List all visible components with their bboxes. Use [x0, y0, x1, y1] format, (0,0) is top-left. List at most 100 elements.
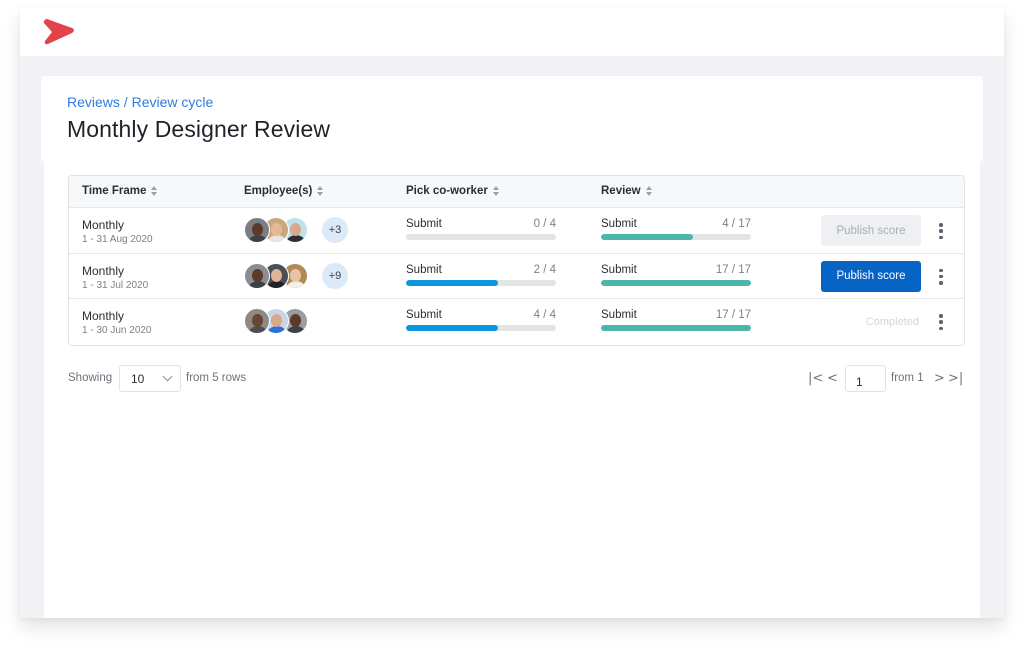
column-header-time-frame[interactable]: Time Frame — [82, 185, 158, 197]
breadcrumb-review-cycle[interactable]: Review cycle — [132, 94, 214, 110]
sort-icon — [317, 186, 324, 196]
avatar-face — [290, 268, 301, 282]
avatar-body — [285, 235, 307, 242]
avatar-face — [271, 314, 282, 327]
column-label: Time Frame — [82, 185, 147, 197]
progress-track — [601, 234, 751, 240]
publish-score-button[interactable]: Publish score — [821, 260, 921, 292]
avatar-body — [266, 326, 288, 333]
progress-fill — [406, 325, 498, 331]
progress-fill — [601, 234, 693, 240]
breadcrumb-reviews[interactable]: Reviews — [67, 94, 120, 110]
progress-count: 4 / 17 — [722, 218, 751, 230]
review-progress: Submit 4 / 17 — [601, 218, 751, 240]
progress-fill — [601, 325, 751, 331]
date-range: 1 - 31 Jul 2020 — [82, 279, 149, 291]
pick-coworker-progress: Submit 2 / 4 — [406, 264, 556, 286]
showing-label: Showing — [68, 372, 113, 384]
column-label: Employee(s) — [244, 185, 313, 197]
column-label: Pick co-worker — [406, 185, 488, 197]
page-size-select[interactable]: 10 — [119, 365, 181, 392]
review-progress: Submit 17 / 17 — [601, 264, 751, 286]
progress-track — [406, 279, 556, 286]
employee-avatars — [244, 308, 308, 334]
page-title: Monthly Designer Review — [67, 116, 331, 142]
column-label: Review — [601, 185, 641, 197]
table-header: Time Frame Employee(s) Pick co-worker Re… — [69, 176, 964, 208]
table-footer: Showing 10 from 5 rows |< < from 1 > >| — [68, 365, 965, 393]
column-header-employees[interactable]: Employee(s) — [244, 185, 324, 197]
more-options-icon[interactable] — [935, 267, 947, 287]
employee-avatar[interactable] — [244, 262, 270, 289]
review-progress: Submit 17 / 17 — [601, 309, 751, 331]
total-pages-label: from 1 — [891, 372, 924, 384]
progress-track — [406, 234, 556, 240]
last-page-icon[interactable]: >| — [948, 371, 963, 386]
more-options-icon[interactable] — [935, 312, 947, 332]
avatar-body — [285, 280, 307, 288]
time-frame: Monthly — [82, 263, 125, 278]
pick-coworker-progress: Submit 0 / 4 — [406, 218, 556, 240]
avatar-body — [266, 235, 288, 242]
column-header-review[interactable]: Review — [601, 185, 653, 197]
progress-count: 2 / 4 — [533, 263, 556, 276]
table-row: Monthly 1 - 31 Aug 2020 +3 Submit 0 / 4 … — [69, 208, 964, 254]
breadcrumb: Reviews / Review cycle — [67, 94, 213, 110]
progress-count: 17 / 17 — [715, 309, 751, 321]
avatar-body — [247, 280, 269, 288]
progress-track — [406, 325, 556, 331]
logo-icon[interactable] — [42, 18, 76, 46]
breadcrumb-separator: / — [119, 94, 132, 110]
chevron-down-icon — [162, 371, 173, 382]
table-row: Monthly 1 - 31 Jul 2020 +9 Submit 2 / 4 … — [69, 254, 964, 299]
pick-coworker-progress: Submit 4 / 4 — [406, 309, 556, 331]
progress-fill — [406, 279, 498, 286]
avatar-body — [247, 326, 269, 333]
content-panel: Time Frame Employee(s) Pick co-worker Re… — [44, 158, 980, 618]
progress-track — [601, 325, 751, 331]
avatar-body — [285, 326, 307, 333]
first-page-icon[interactable]: |< — [808, 371, 823, 386]
progress-count: 4 / 4 — [533, 309, 556, 321]
date-range: 1 - 30 Jun 2020 — [82, 325, 152, 336]
column-header-pick-coworker[interactable]: Pick co-worker — [406, 185, 500, 197]
more-options-icon[interactable] — [935, 221, 947, 241]
previous-page-icon[interactable]: < — [827, 371, 838, 386]
progress-fill — [601, 279, 751, 286]
avatar-face — [252, 223, 263, 236]
avatar-face — [252, 268, 263, 282]
avatar-face — [271, 268, 282, 282]
publish-score-button[interactable]: Publish score — [821, 215, 921, 246]
status-completed: Completed — [865, 316, 919, 328]
sort-icon — [151, 186, 158, 196]
more-employees-badge[interactable]: +9 — [322, 262, 348, 289]
top-bar — [20, 8, 1004, 56]
employee-avatars — [244, 217, 308, 243]
employee-avatars — [244, 262, 308, 289]
sort-icon — [492, 186, 500, 196]
table-row: Monthly 1 - 30 Jun 2020 Submit 4 / 4 Sub… — [69, 299, 964, 345]
avatar-body — [266, 280, 288, 288]
more-employees-badge[interactable]: +3 — [322, 217, 348, 243]
progress-count: 0 / 4 — [533, 218, 556, 230]
review-table: Time Frame Employee(s) Pick co-worker Re… — [68, 175, 965, 346]
employee-avatar[interactable] — [244, 308, 270, 334]
app-window: Reviews / Review cycle Monthly Designer … — [20, 8, 1004, 618]
avatar-face — [290, 223, 301, 236]
progress-count: 17 / 17 — [715, 263, 751, 276]
avatar-face — [271, 223, 282, 236]
avatar-body — [247, 235, 269, 242]
progress-track — [601, 279, 751, 286]
date-range: 1 - 31 Aug 2020 — [82, 234, 153, 245]
total-rows-label: from 5 rows — [186, 372, 247, 384]
time-frame: Monthly — [82, 218, 125, 232]
page-number-input[interactable] — [845, 365, 886, 392]
employee-avatar[interactable] — [244, 217, 270, 243]
avatar-face — [252, 314, 263, 327]
next-page-icon[interactable]: > — [934, 371, 945, 386]
page-header: Reviews / Review cycle Monthly Designer … — [41, 76, 983, 162]
time-frame: Monthly — [82, 309, 125, 323]
sort-icon — [645, 186, 653, 196]
page-size-value: 10 — [131, 372, 145, 386]
avatar-face — [290, 314, 301, 327]
